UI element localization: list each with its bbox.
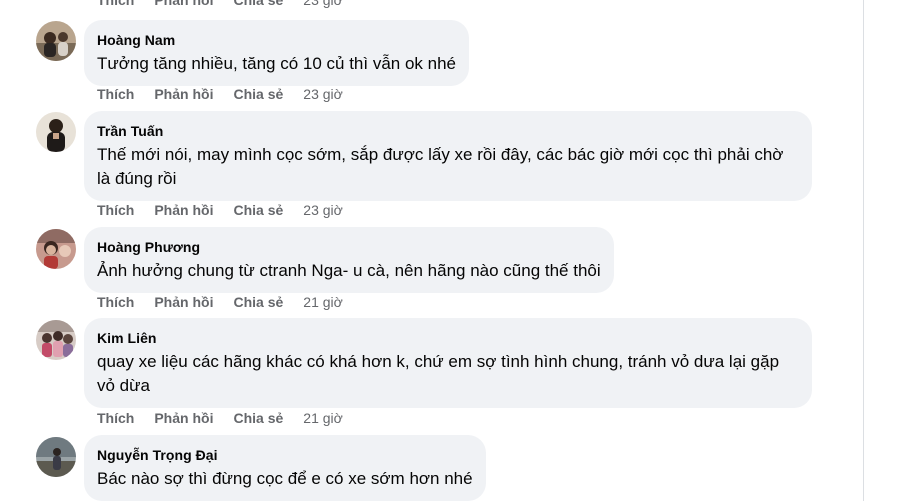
comment-text: Thế mới nói, may mình cọc sớm, sắp được … <box>97 145 784 188</box>
comment-actions: Thích Phản hồi Chia sẻ 21 giờ <box>97 293 343 311</box>
comment-actions: Thích Phản hồi Chia sẻ 23 giờ <box>97 201 343 219</box>
like-button[interactable]: Thích <box>97 202 134 218</box>
comment-bubble: Hoàng Phương Ảnh hưởng chung từ ctranh N… <box>84 227 614 293</box>
reply-button[interactable]: Phản hồi <box>154 410 213 426</box>
avatar[interactable] <box>36 437 76 477</box>
panel-divider <box>863 0 864 501</box>
comment-text: Bác nào sợ thì đừng cọc để e có xe sớm h… <box>97 469 473 488</box>
comment-thread: Thích Phản hồi Chia sẻ 23 giờ Hoàng Nam … <box>0 0 902 501</box>
share-button[interactable]: Chia sẻ <box>233 410 283 426</box>
comment-time[interactable]: 21 giờ <box>303 294 343 310</box>
like-button[interactable]: Thích <box>97 0 134 8</box>
comment-bubble: Nguyễn Trọng Đại Bác nào sợ thì đừng cọc… <box>84 435 486 501</box>
comment-time[interactable]: 21 giờ <box>303 410 343 426</box>
avatar[interactable] <box>36 320 76 360</box>
like-button[interactable]: Thích <box>97 410 134 426</box>
reply-button[interactable]: Phản hồi <box>154 0 213 8</box>
comment-bubble: Kim Liên quay xe liệu các hãng khác có k… <box>84 318 812 408</box>
comment-actions-top: Thích Phản hồi Chia sẻ 23 giờ <box>97 0 343 9</box>
comment-text: Ảnh hưởng chung từ ctranh Nga- u cà, nên… <box>97 261 601 280</box>
comment-bubble: Hoàng Nam Tưởng tăng nhiều, tăng có 10 c… <box>84 20 469 86</box>
reply-button[interactable]: Phản hồi <box>154 294 213 310</box>
share-button[interactable]: Chia sẻ <box>233 0 283 8</box>
comment-time[interactable]: 23 giờ <box>303 0 343 8</box>
like-button[interactable]: Thích <box>97 86 134 102</box>
comment-author[interactable]: Nguyễn Trọng Đại <box>97 446 473 464</box>
comment-actions: Thích Phản hồi Chia sẻ 23 giờ <box>97 85 343 103</box>
like-button[interactable]: Thích <box>97 294 134 310</box>
reply-button[interactable]: Phản hồi <box>154 86 213 102</box>
avatar[interactable] <box>36 229 76 269</box>
comment-time[interactable]: 23 giờ <box>303 86 343 102</box>
comment-text: quay xe liệu các hãng khác có khá hơn k,… <box>97 352 780 395</box>
reply-button[interactable]: Phản hồi <box>154 202 213 218</box>
share-button[interactable]: Chia sẻ <box>233 86 283 102</box>
comment-bubble: Trần Tuấn Thế mới nói, may mình cọc sớm,… <box>84 111 812 201</box>
comment-author[interactable]: Hoàng Nam <box>97 31 456 49</box>
avatar[interactable] <box>36 21 76 61</box>
comment-author[interactable]: Hoàng Phương <box>97 238 601 256</box>
share-button[interactable]: Chia sẻ <box>233 202 283 218</box>
comment-actions: Thích Phản hồi Chia sẻ 21 giờ <box>97 409 343 427</box>
comment-time[interactable]: 23 giờ <box>303 202 343 218</box>
avatar[interactable] <box>36 112 76 152</box>
comment-author[interactable]: Kim Liên <box>97 329 799 347</box>
share-button[interactable]: Chia sẻ <box>233 294 283 310</box>
comment-author[interactable]: Trần Tuấn <box>97 122 799 140</box>
comment-text: Tưởng tăng nhiều, tăng có 10 củ thì vẫn … <box>97 54 456 73</box>
